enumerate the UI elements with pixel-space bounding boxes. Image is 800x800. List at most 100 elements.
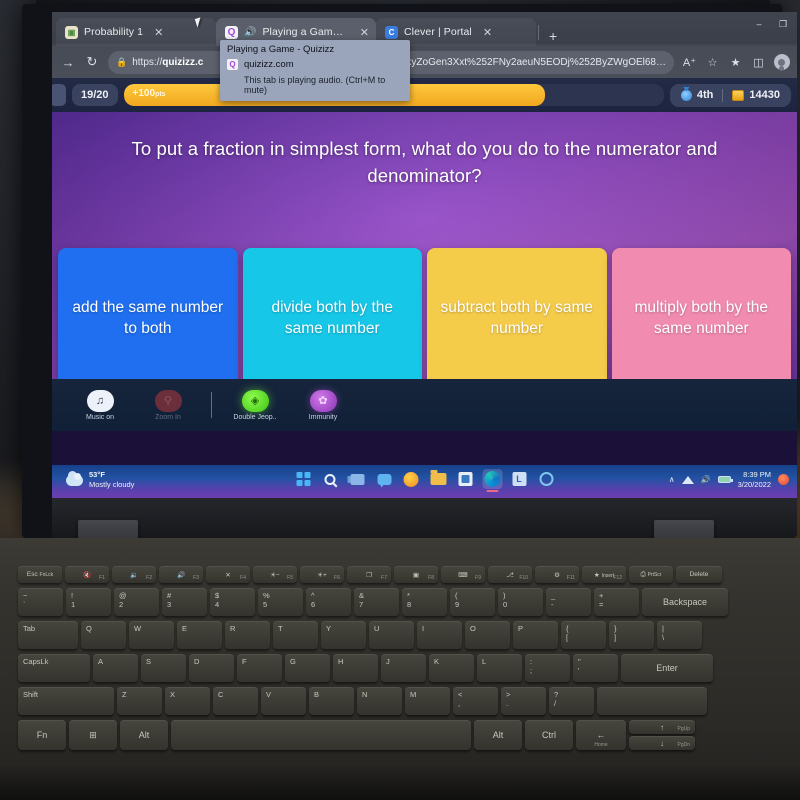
reload-button[interactable]: ↻ <box>80 50 104 74</box>
key-`[interactable]: ~ ` <box>18 588 63 616</box>
key-fn-14[interactable]: Delete <box>676 566 722 583</box>
start-button[interactable] <box>293 469 313 489</box>
key-fn[interactable]: Fn <box>18 720 66 750</box>
volume-icon[interactable]: 🔊 <box>701 475 711 484</box>
minimize-button[interactable]: – <box>747 14 771 34</box>
powerup-zoom[interactable]: ⚲ Zoom In <box>142 389 194 421</box>
battery-icon[interactable] <box>717 476 733 484</box>
key-0[interactable]: ) 0 <box>498 588 543 616</box>
key-8[interactable]: * 8 <box>402 588 447 616</box>
key-V[interactable]: V <box>261 687 306 715</box>
key-fn-6[interactable]: ☀+ F6 <box>300 566 344 583</box>
key-ctrl[interactable]: Ctrl <box>525 720 573 750</box>
key-G[interactable]: G <box>285 654 330 682</box>
key-shift-right[interactable] <box>597 687 707 715</box>
powerup-immunity[interactable]: ✿ Immunity <box>297 389 349 421</box>
key-X[interactable]: X <box>165 687 210 715</box>
key-I[interactable]: I <box>417 621 462 649</box>
key-enter[interactable]: Enter <box>621 654 713 682</box>
maximize-button[interactable]: ❐ <box>771 14 795 34</box>
clever-icon[interactable]: L <box>509 469 529 489</box>
key-capslock[interactable]: CapsLk <box>18 654 90 682</box>
key-Y[interactable]: Y <box>321 621 366 649</box>
key-alt[interactable]: Alt <box>120 720 168 750</box>
key-fn-9[interactable]: ⌨ F9 <box>441 566 485 583</box>
key-fn-10[interactable]: ⎇ F10 <box>488 566 532 583</box>
collections-icon[interactable]: ★ <box>724 51 747 74</box>
key-fn-0[interactable]: Esc FnLck <box>18 566 62 583</box>
file-explorer-icon[interactable] <box>428 469 448 489</box>
new-tab-button[interactable]: + <box>541 29 563 46</box>
key-arrow-up[interactable]: ↑ PgUp <box>629 720 695 734</box>
key--[interactable]: _ - <box>546 588 591 616</box>
key-H[interactable]: H <box>333 654 378 682</box>
forward-button[interactable]: → <box>56 50 80 74</box>
key-fn-12[interactable]: ★ Insert F12 <box>582 566 626 583</box>
key-D[interactable]: D <box>189 654 234 682</box>
chevron-up-icon[interactable]: ∧ <box>669 475 675 484</box>
answer-option-4[interactable]: multiply both by the same number <box>611 248 791 388</box>
key-7[interactable]: & 7 <box>354 588 399 616</box>
key-E[interactable]: E <box>177 621 222 649</box>
key-,[interactable]: <, <box>453 687 498 715</box>
key-fn-2[interactable]: 🔉 F2 <box>112 566 156 583</box>
key-;[interactable]: :; <box>525 654 570 682</box>
key-C[interactable]: C <box>213 687 258 715</box>
key-M[interactable]: M <box>405 687 450 715</box>
wifi-icon[interactable] <box>681 475 694 484</box>
close-tab-icon[interactable]: ✕ <box>154 26 163 39</box>
powerup-music[interactable]: ♫ Music on <box>74 389 126 421</box>
key-W[interactable]: W <box>129 621 174 649</box>
key-fn-3[interactable]: 🔊 F3 <box>159 566 203 583</box>
key-5[interactable]: % 5 <box>258 588 303 616</box>
close-tab-icon[interactable]: ✕ <box>360 26 369 39</box>
circle-app-icon[interactable] <box>536 469 556 489</box>
key-J[interactable]: J <box>381 654 426 682</box>
key-K[interactable]: K <box>429 654 474 682</box>
speaker-icon[interactable]: 🔊 <box>244 27 256 38</box>
key-fn-1[interactable]: 🔇 F1 <box>65 566 109 583</box>
menu-button[interactable] <box>52 84 66 106</box>
profile-avatar[interactable] <box>770 51 793 74</box>
key-fn-5[interactable]: ☀− F5 <box>253 566 297 583</box>
key-A[interactable]: A <box>93 654 138 682</box>
key-R[interactable]: R <box>225 621 270 649</box>
key-shift-left[interactable]: Shift <box>18 687 114 715</box>
key-fn-4[interactable]: ✕ F4 <box>206 566 250 583</box>
powerup-double-jeopardy[interactable]: ◈ Double Jeop.. <box>229 389 281 421</box>
key-O[interactable]: O <box>465 621 510 649</box>
clock[interactable]: 8:39 PM 3/20/2022 <box>738 470 771 490</box>
key-arrow-down[interactable]: ↓ PgDn <box>629 736 695 750</box>
key-S[interactable]: S <box>141 654 186 682</box>
answer-option-1[interactable]: add the same number to both <box>58 248 238 388</box>
key-][interactable]: }] <box>609 621 654 649</box>
add-favorite-icon[interactable]: ☆ <box>701 51 724 74</box>
read-aloud-icon[interactable]: A⁺ <box>678 51 701 74</box>
key-'[interactable]: " ' <box>573 654 618 682</box>
key-F[interactable]: F <box>237 654 282 682</box>
key-Z[interactable]: Z <box>117 687 162 715</box>
key-N[interactable]: N <box>357 687 402 715</box>
answer-option-2[interactable]: divide both by the same number <box>242 248 422 388</box>
key-6[interactable]: ^ 6 <box>306 588 351 616</box>
notification-icon[interactable] <box>778 474 789 486</box>
key-9[interactable]: (9 <box>450 588 495 616</box>
split-screen-icon[interactable]: ◫ <box>747 51 770 74</box>
key-2[interactable]: @2 <box>114 588 159 616</box>
key-U[interactable]: U <box>369 621 414 649</box>
chat-icon[interactable] <box>374 469 394 489</box>
key-[interactable]: ⊞ <box>69 720 117 750</box>
emoji-icon[interactable] <box>401 469 421 489</box>
key-P[interactable]: P <box>513 621 558 649</box>
close-tab-icon[interactable]: ✕ <box>483 26 492 39</box>
key-space[interactable] <box>171 720 471 750</box>
key-fn-13[interactable]: ⎙ PrtScr <box>629 566 673 583</box>
key-fn-7[interactable]: ❐ F7 <box>347 566 391 583</box>
key-alt[interactable]: Alt <box>474 720 522 750</box>
key-.[interactable]: >. <box>501 687 546 715</box>
key-fn-11[interactable]: ⚙ F11 <box>535 566 579 583</box>
key-arrow-left[interactable]: ← Home <box>576 720 626 750</box>
key-backspace[interactable]: Backspace <box>642 588 728 616</box>
task-view-icon[interactable] <box>347 469 367 489</box>
key-T[interactable]: T <box>273 621 318 649</box>
